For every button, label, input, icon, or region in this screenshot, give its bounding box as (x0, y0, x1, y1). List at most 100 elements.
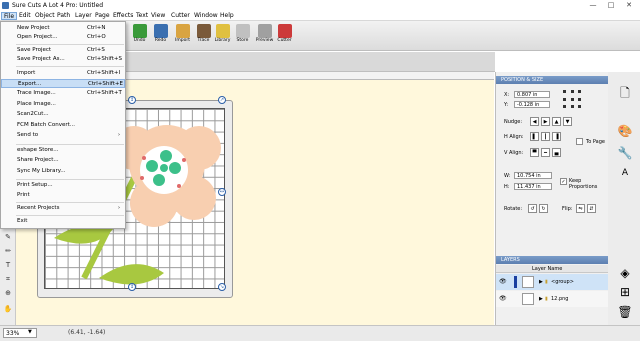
menu-item-print-setup[interactable]: Print Setup... (1, 181, 125, 190)
align-bottom-button[interactable]: ▄ (552, 148, 561, 157)
menu-file[interactable]: File (1, 12, 18, 20)
menu-path[interactable]: Path (55, 12, 72, 20)
visibility-eye-icon[interactable]: 👁 (499, 295, 507, 302)
align-right-button[interactable]: ▐ (552, 132, 561, 141)
menu-item-scan2cut[interactable]: Scan2Cut... (1, 110, 125, 119)
crop-icon[interactable]: ⌗ (3, 274, 13, 284)
import-button[interactable]: Import (173, 23, 192, 49)
nudge-up-button[interactable]: ▲ (552, 117, 561, 126)
v-align-label: V Align: (504, 150, 524, 156)
selection-handle-right[interactable]: ↔ (218, 188, 226, 196)
menu-layer[interactable]: Layer (73, 12, 94, 20)
menu-separator (16, 179, 124, 180)
menu-item-print[interactable]: Print (1, 191, 125, 200)
menu-item-place-image[interactable]: Place Image... (1, 100, 125, 109)
to-page-checkbox[interactable] (576, 138, 583, 145)
zoom-icon[interactable]: ⊕ (3, 288, 13, 298)
text-tool-icon[interactable]: T (3, 260, 13, 270)
eyedropper-icon[interactable]: ✎ (3, 232, 13, 242)
redo-button[interactable]: Redo (151, 23, 170, 49)
cutter-icon (277, 24, 292, 38)
flower-shape (112, 125, 221, 227)
import-icon (175, 24, 190, 38)
hand-icon[interactable]: ✋ (3, 304, 13, 314)
rotate-left-button[interactable]: ↺ (528, 204, 537, 213)
layer-row[interactable]: 👁 ▶ ▮ <group> (496, 274, 609, 290)
selection-handle-bottom-right[interactable]: ↘ (218, 283, 226, 291)
nudge-right-button[interactable]: ▶ (541, 117, 550, 126)
menu-cutter[interactable]: Cutter (169, 12, 192, 20)
menu-edit[interactable]: Edit (17, 12, 33, 20)
flip-horizontal-button[interactable]: ⇋ (576, 204, 585, 213)
layers-icon[interactable]: ◈ (617, 265, 633, 281)
pencil-icon[interactable]: ✏ (3, 246, 13, 256)
store-button[interactable]: Store (233, 23, 252, 49)
width-field[interactable]: 10.754 in (514, 172, 552, 179)
position-size-panel: POSITION & SIZE X: 0.807 in Y: -0.128 in… (495, 72, 609, 325)
align-middle-button[interactable]: ━ (541, 148, 550, 157)
zoom-chevron-down-icon[interactable]: ▼ (28, 329, 32, 335)
menu-item-eshape-store[interactable]: eshape Store... (1, 146, 125, 155)
menu-effects[interactable]: Effects (111, 12, 135, 20)
menu-separator (16, 66, 124, 67)
menu-separator (16, 144, 124, 145)
height-field[interactable]: 11.437 in (514, 183, 552, 190)
expand-arrow-icon[interactable]: ▶ (539, 279, 543, 285)
flip-label: Flip: (562, 206, 573, 212)
menu-item-export[interactable]: Export... Ctrl+Shift+E (1, 79, 125, 88)
menu-item-exit[interactable]: Exit (1, 217, 125, 226)
cutter-button[interactable]: Cutter (275, 23, 294, 49)
menu-help[interactable]: Help (218, 12, 236, 20)
add-layer-icon[interactable]: ⊞ (617, 284, 633, 300)
menu-item-save-project[interactable]: Save Project Ctrl+S (1, 46, 125, 55)
menu-page[interactable]: Page (93, 12, 112, 20)
close-button[interactable]: ✕ (622, 1, 636, 10)
selection-handle-top-right[interactable]: ↗ (218, 96, 226, 104)
trace-button[interactable]: Trace (194, 23, 213, 49)
menu-item-new-project[interactable]: New Project Ctrl+N (1, 24, 125, 33)
selection-handle-bottom[interactable]: ↕ (128, 283, 136, 291)
flip-vertical-button[interactable]: ⇵ (587, 204, 596, 213)
nudge-down-button[interactable]: ▼ (563, 117, 572, 126)
y-field[interactable]: -0.128 in (514, 101, 550, 108)
align-left-button[interactable]: ▌ (530, 132, 539, 141)
undo-button[interactable]: Undo (130, 23, 149, 49)
menu-item-trace-image[interactable]: Trace Image... Ctrl+Shift+T (1, 89, 125, 98)
visibility-eye-icon[interactable]: 👁 (499, 278, 507, 285)
menu-text[interactable]: Text (134, 12, 150, 20)
palette-icon[interactable]: 🎨 (617, 123, 633, 139)
h-label: H: (504, 184, 510, 190)
menu-item-import[interactable]: Import Ctrl+Shift+I (1, 69, 125, 78)
text-style-icon[interactable]: A (617, 165, 633, 181)
menu-item-fcm-batch-convert[interactable]: FCM Batch Convert... (1, 121, 125, 130)
maximize-button[interactable]: □ (604, 1, 618, 10)
preview-button[interactable]: Preview (255, 23, 274, 49)
menu-window[interactable]: Window (192, 12, 220, 20)
minimize-button[interactable]: — (586, 1, 600, 10)
menu-item-save-project-as[interactable]: Save Project As... Ctrl+Shift+S (1, 55, 125, 64)
reference-point-picker[interactable] (562, 89, 582, 109)
menu-item-recent-projects[interactable]: Recent Projects › (1, 204, 125, 213)
menu-item-share-project[interactable]: Share Project... (1, 156, 125, 165)
menu-item-send-to[interactable]: Send to › (1, 131, 125, 140)
menu-view[interactable]: View (149, 12, 167, 20)
y-label: Y: (504, 102, 509, 108)
rotate-right-button[interactable]: ↻ (539, 204, 548, 213)
expand-arrow-icon[interactable]: ▶ (539, 296, 543, 302)
selection-handle-top[interactable]: ↕ (128, 96, 136, 104)
align-center-button[interactable]: ┃ (541, 132, 550, 141)
menu-item-open-project[interactable]: Open Project... Ctrl+O (1, 33, 125, 42)
document-icon[interactable]: 🗋 (617, 85, 633, 101)
layer-thumbnail (522, 276, 534, 288)
x-field[interactable]: 0.807 in (514, 91, 550, 98)
menu-item-sync-my-library[interactable]: Sync My Library... (1, 167, 125, 176)
library-button[interactable]: Library (213, 23, 232, 49)
layer-row[interactable]: 👁 ▶ ▮ 12.png (496, 291, 609, 307)
keep-proportions-checkbox[interactable]: ✓ (560, 178, 567, 185)
trash-icon[interactable]: 🗑 (617, 304, 633, 320)
wrench-icon[interactable]: 🔧 (617, 145, 633, 161)
nudge-label: Nudge: (504, 119, 523, 125)
menu-object[interactable]: Object (33, 12, 57, 20)
nudge-left-button[interactable]: ◀ (530, 117, 539, 126)
align-top-button[interactable]: ▀ (530, 148, 539, 157)
